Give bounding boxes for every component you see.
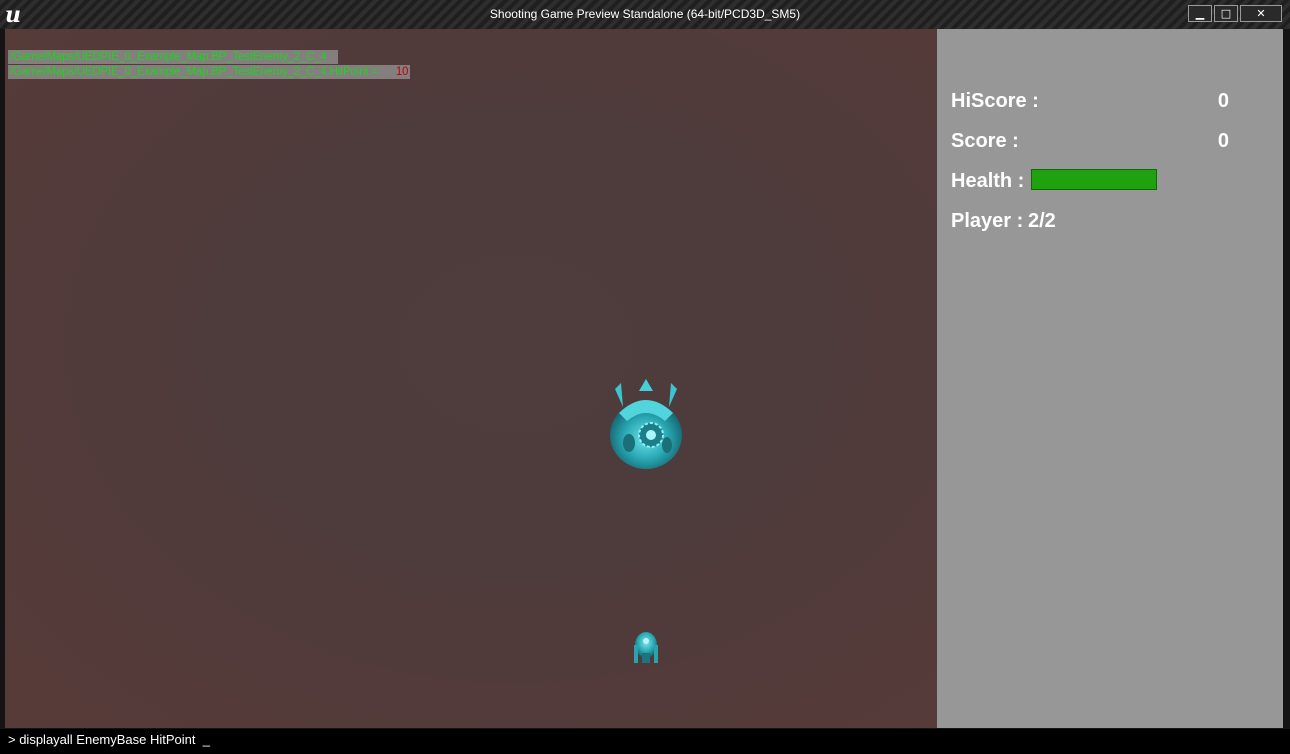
score-label: Score : — [951, 130, 1019, 152]
health-label: Health : — [951, 170, 1025, 192]
title-bar[interactable]: u Shooting Game Preview Standalone (64-b… — [0, 0, 1290, 29]
hiscore-label: HiScore : — [951, 90, 1039, 112]
hud-panel: HiScore : 0 Score : 0 Health : Player : … — [937, 29, 1283, 728]
debug-line: /Game/Maps/UEDPIE_0_Example_Map.BP_TestE… — [8, 50, 338, 64]
hitpoint-value: 10 — [395, 66, 409, 78]
hiscore-value: 0 — [1217, 90, 1229, 112]
score-value: 0 — [1217, 130, 1229, 152]
debug-line-text: /Game/Maps/UEDPIE_0_Example_Map.BP_TestE… — [10, 51, 327, 63]
console-input[interactable]: > displayall EnemyBase HitPoint _ — [8, 732, 210, 747]
window-controls: ▁ □ ✕ — [1188, 5, 1282, 22]
enemy-ship-icon — [610, 379, 682, 469]
window-title: Shooting Game Preview Standalone (64-bit… — [489, 7, 801, 21]
game-window: u Shooting Game Preview Standalone (64-b… — [0, 0, 1290, 754]
debug-line-hitpoint: /Game/Maps/UEDPIE_0_Example_Map.BP_TestE… — [8, 65, 411, 79]
health-bar-fill — [1032, 170, 1156, 189]
player-label: Player : — [951, 210, 1024, 232]
close-button[interactable]: ✕ — [1240, 5, 1282, 22]
health-bar — [1031, 169, 1157, 190]
game-viewport[interactable]: /Game/Maps/UEDPIE_0_Example_Map.BP_TestE… — [5, 29, 937, 728]
player-lives-value: 2/2 — [1028, 210, 1056, 232]
player-ship-icon — [634, 632, 658, 663]
maximize-button[interactable]: □ — [1214, 5, 1238, 22]
console-bar[interactable]: > displayall EnemyBase HitPoint _ — [0, 729, 1290, 754]
minimize-button[interactable]: ▁ — [1188, 5, 1212, 22]
debug-line-text: /Game/Maps/UEDPIE_0_Example_Map.BP_TestE… — [10, 66, 378, 78]
